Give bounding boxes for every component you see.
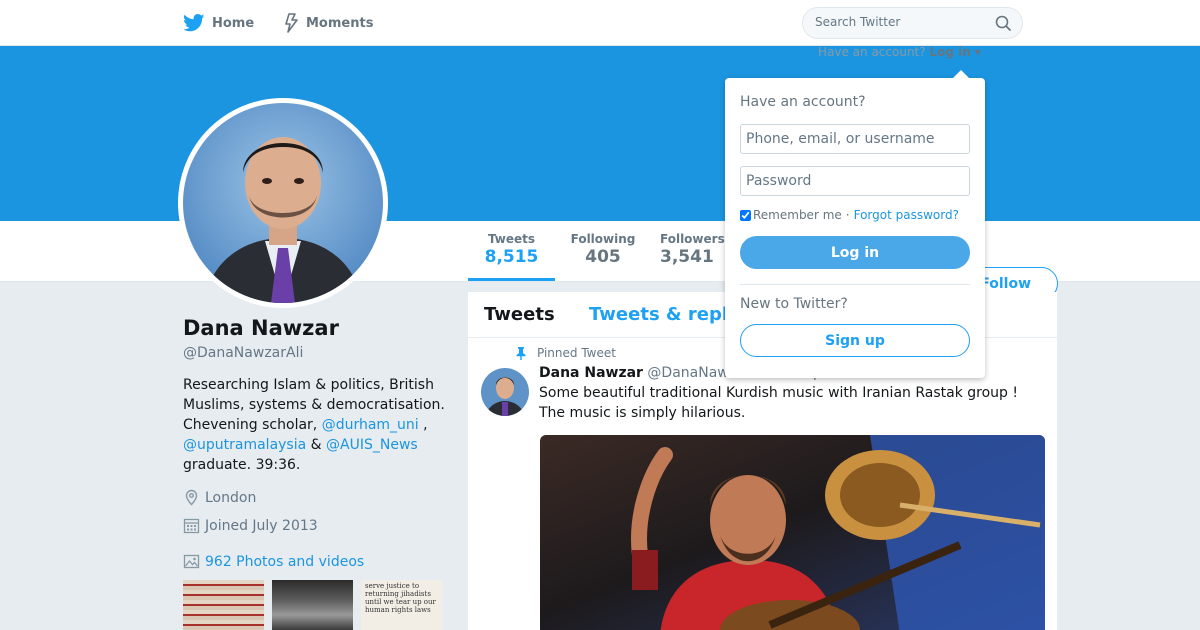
pin-icon [516,347,526,360]
stat-following[interactable]: Following 405 [565,232,641,267]
tweet-video-thumbnail [540,435,1045,630]
stat-tweets-value: 8,515 [484,247,539,267]
caret-down-icon: ▾ [974,45,981,59]
username-field[interactable] [740,124,970,154]
media-thumbnail[interactable]: serve justice to returning jihadists unt… [361,580,442,630]
dropdown-title: Have an account? [740,94,866,110]
top-nav: Home Moments [0,0,1200,46]
stat-tweets[interactable]: Tweets 8,515 [468,232,555,281]
media-thumbnail[interactable] [272,580,353,630]
photos-link[interactable]: 962 Photos and videos [183,553,364,570]
media-thumbnails: serve justice to returning jihadists unt… [183,580,442,630]
dropdown-divider [740,284,970,285]
media-thumbnail[interactable] [183,580,264,630]
search-box [802,7,1023,39]
lightning-icon [285,13,298,33]
password-field[interactable] [740,166,970,196]
nav-moments[interactable]: Moments [283,0,373,46]
tweet-author-name[interactable]: Dana Nawzar [539,365,643,381]
login-hint: Have an account? Log in ▾ [818,45,981,59]
forgot-password-link[interactable]: Forgot password? [854,208,959,222]
nav-home[interactable]: Home [183,0,254,46]
profile-handle[interactable]: @DanaNawzarAli [183,345,303,361]
stat-following-label: Following [570,232,636,246]
bio-mention-durham[interactable]: @durham_uni [322,417,419,433]
twitter-bird-icon [183,14,205,32]
remember-row: Remember me · Forgot password? [740,208,959,222]
profile-joined: Joined July 2013 [183,517,318,534]
remember-label[interactable]: Remember me [753,208,842,222]
tab-tweets[interactable]: Tweets [484,304,555,325]
bio-mention-auis[interactable]: @AUIS_News [326,437,418,453]
stat-tweets-label: Tweets [487,232,536,246]
tweet-avatar[interactable] [481,368,529,416]
tweet-text: Some beautiful traditional Kurdish music… [539,385,1018,421]
photos-link-text: 962 Photos and videos [205,553,365,570]
avatar-photo [183,103,383,303]
tweet-media[interactable] [540,435,1045,630]
calendar-icon [183,518,200,534]
bio-sep-2: & [306,437,327,453]
signup-button[interactable]: Sign up [740,324,970,357]
bio-text-2: graduate. 39:36. [183,457,301,473]
remember-separator: · [845,208,850,222]
search-icon[interactable] [995,15,1012,32]
location-text: London [205,489,257,506]
login-link[interactable]: Log in [929,45,970,59]
login-dropdown: Have an account? Remember me · Forgot pa… [725,70,985,378]
joined-text: Joined July 2013 [205,517,318,534]
image-icon [183,554,200,569]
new-to-twitter-label: New to Twitter? [740,296,848,312]
login-hint-text: Have an account? [818,45,926,59]
stat-following-value: 405 [585,247,621,267]
bio-mention-uputra[interactable]: @uputramalaysia [183,437,306,453]
nav-home-label: Home [212,15,255,31]
bio-sep-1: , [418,417,428,433]
profile-name[interactable]: Dana Nawzar [183,316,339,340]
avatar[interactable] [178,98,388,308]
media-thumbnail-text: serve justice to returning jihadists unt… [365,582,436,614]
profile-bio: Researching Islam & politics, British Mu… [183,375,453,475]
profile-location: London [183,489,256,506]
login-button[interactable]: Log in [740,236,970,269]
location-pin-icon [185,489,198,506]
search-input[interactable] [815,15,985,29]
remember-checkbox[interactable] [740,209,751,221]
pinned-tweet-label: Pinned Tweet [515,346,616,360]
pinned-label-text: Pinned Tweet [537,346,616,360]
nav-moments-label: Moments [306,15,374,31]
